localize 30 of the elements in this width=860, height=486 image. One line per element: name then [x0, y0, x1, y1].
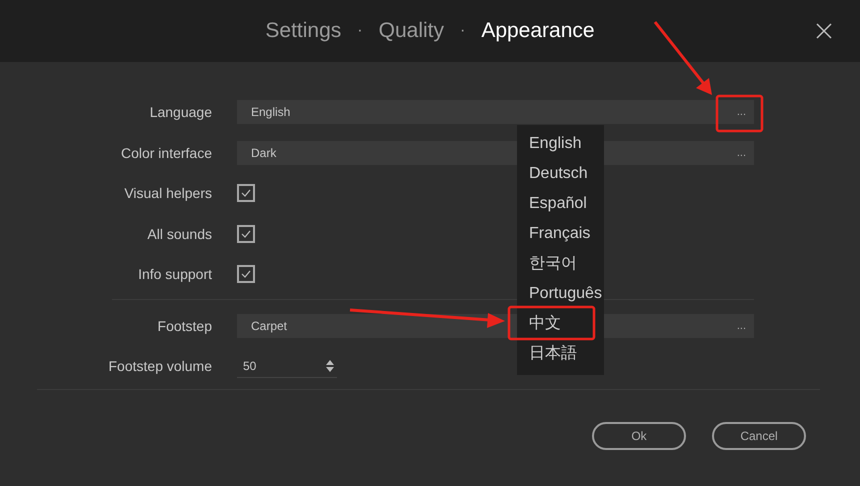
check-icon	[241, 228, 251, 238]
field-label: Footstep	[156, 318, 212, 334]
field-label: Info support	[137, 266, 212, 282]
menu-item[interactable]: Español	[517, 189, 604, 219]
tab[interactable]: Settings	[265, 19, 342, 43]
checkbox[interactable]	[237, 184, 255, 202]
menu-item[interactable]: Français	[517, 219, 604, 249]
number-field[interactable]: 50	[237, 354, 337, 378]
checkbox[interactable]	[237, 224, 255, 242]
separator-dot: ·	[357, 22, 363, 40]
menu-item[interactable]: Português	[517, 279, 604, 309]
menu-item[interactable]: 한국어	[517, 249, 604, 279]
field-label: Color interface	[120, 144, 212, 160]
close-icon[interactable]	[816, 23, 832, 39]
tab[interactable]: Quality	[378, 19, 444, 43]
field-label: Visual helpers	[123, 185, 212, 201]
highlight-box	[716, 94, 764, 132]
checkbox[interactable]	[237, 265, 255, 283]
menu-item[interactable]: 日本語	[517, 339, 604, 369]
stepper-icon[interactable]	[325, 358, 335, 374]
cancel-button[interactable]: Cancel	[712, 422, 806, 450]
dropdown-field[interactable]: English ...	[237, 100, 754, 124]
field-label: Footstep volume	[108, 358, 212, 374]
tab[interactable]: Appearance	[481, 19, 595, 43]
field-label: All sounds	[146, 226, 212, 242]
field-label: Language	[148, 104, 212, 120]
separator-dot: ·	[460, 22, 466, 40]
ok-button[interactable]: Ok	[592, 422, 686, 450]
check-icon	[241, 188, 251, 198]
check-icon	[241, 269, 251, 279]
